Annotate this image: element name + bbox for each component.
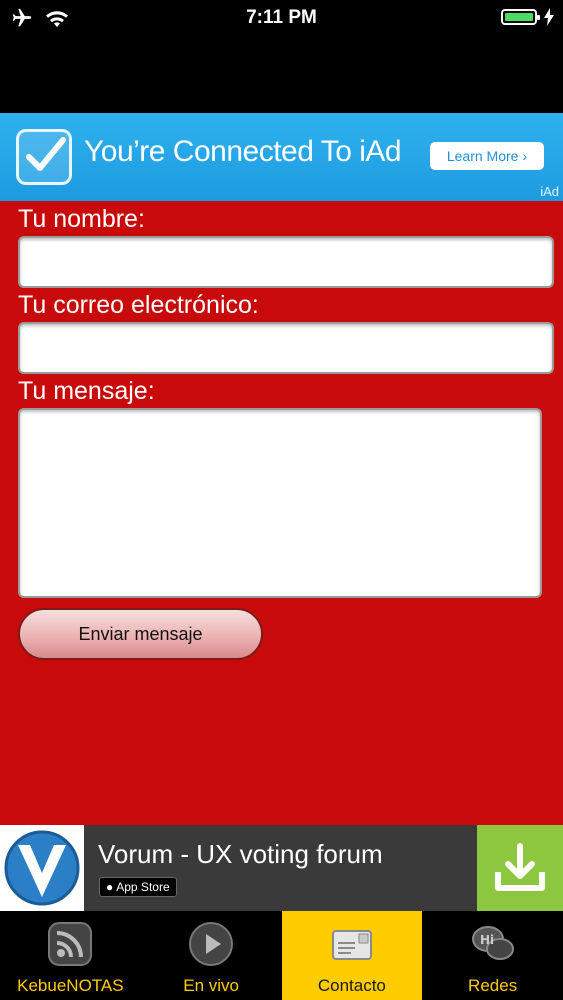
ad-title: Vorum - UX voting forum (98, 839, 383, 869)
message-textarea[interactable] (18, 408, 542, 598)
name-input[interactable] (18, 236, 554, 288)
app-store-badge: ● App Store (99, 877, 177, 897)
tab-kebuenotas[interactable]: KebueNOTAS (0, 911, 141, 1000)
download-button[interactable] (477, 825, 563, 911)
email-label: Tu correo electrónico: (18, 291, 259, 319)
tab-label: Redes (468, 976, 518, 995)
name-label: Tu nombre: (18, 205, 145, 233)
chat-bubbles-icon: Hi (471, 926, 514, 960)
vorum-logo (0, 825, 84, 911)
status-time: 7:11 PM (246, 7, 317, 28)
download-icon (495, 843, 545, 891)
ad-banner[interactable]: Vorum - UX voting forum ● App Store (0, 825, 563, 911)
charging-bolt-icon (544, 8, 554, 26)
battery-icon (501, 9, 540, 25)
message-label: Tu mensaje: (18, 377, 155, 405)
email-input[interactable] (18, 322, 554, 374)
learn-more-label: Learn More (446, 148, 519, 164)
tab-contacto[interactable]: Contacto (281, 911, 423, 1000)
checkmark-icon (16, 129, 72, 185)
rss-icon (48, 922, 93, 966)
send-message-button[interactable]: Enviar mensaje (18, 608, 263, 660)
tab-en-vivo[interactable]: En vivo (141, 911, 282, 1000)
status-right-icons (501, 8, 555, 26)
tab-label: Contacto (317, 976, 386, 995)
svg-text:Hi: Hi (480, 933, 494, 947)
iad-brand: iAd (540, 184, 559, 199)
iad-title: You’re Connected To iAd (84, 135, 402, 168)
status-bar: 7:11 PM (0, 0, 563, 38)
tab-redes[interactable]: Hi Redes (422, 911, 563, 1000)
mail-icon (331, 930, 372, 960)
chevron-right-icon: › (522, 148, 528, 164)
learn-more-button[interactable]: Learn More › (430, 142, 544, 170)
app-store-label: App Store (116, 880, 170, 894)
iad-banner[interactable]: You’re Connected To iAd Learn More › iAd (0, 113, 563, 201)
apple-icon: ● (106, 880, 114, 894)
play-icon (189, 922, 234, 966)
contact-form: Tu nombre: Tu correo electrónico: Tu men… (0, 201, 563, 825)
tab-label: KebueNOTAS (17, 976, 124, 995)
tab-label: En vivo (183, 976, 239, 995)
tab-bar: KebueNOTAS En vivo Contacto Hi Redes (0, 911, 563, 1000)
